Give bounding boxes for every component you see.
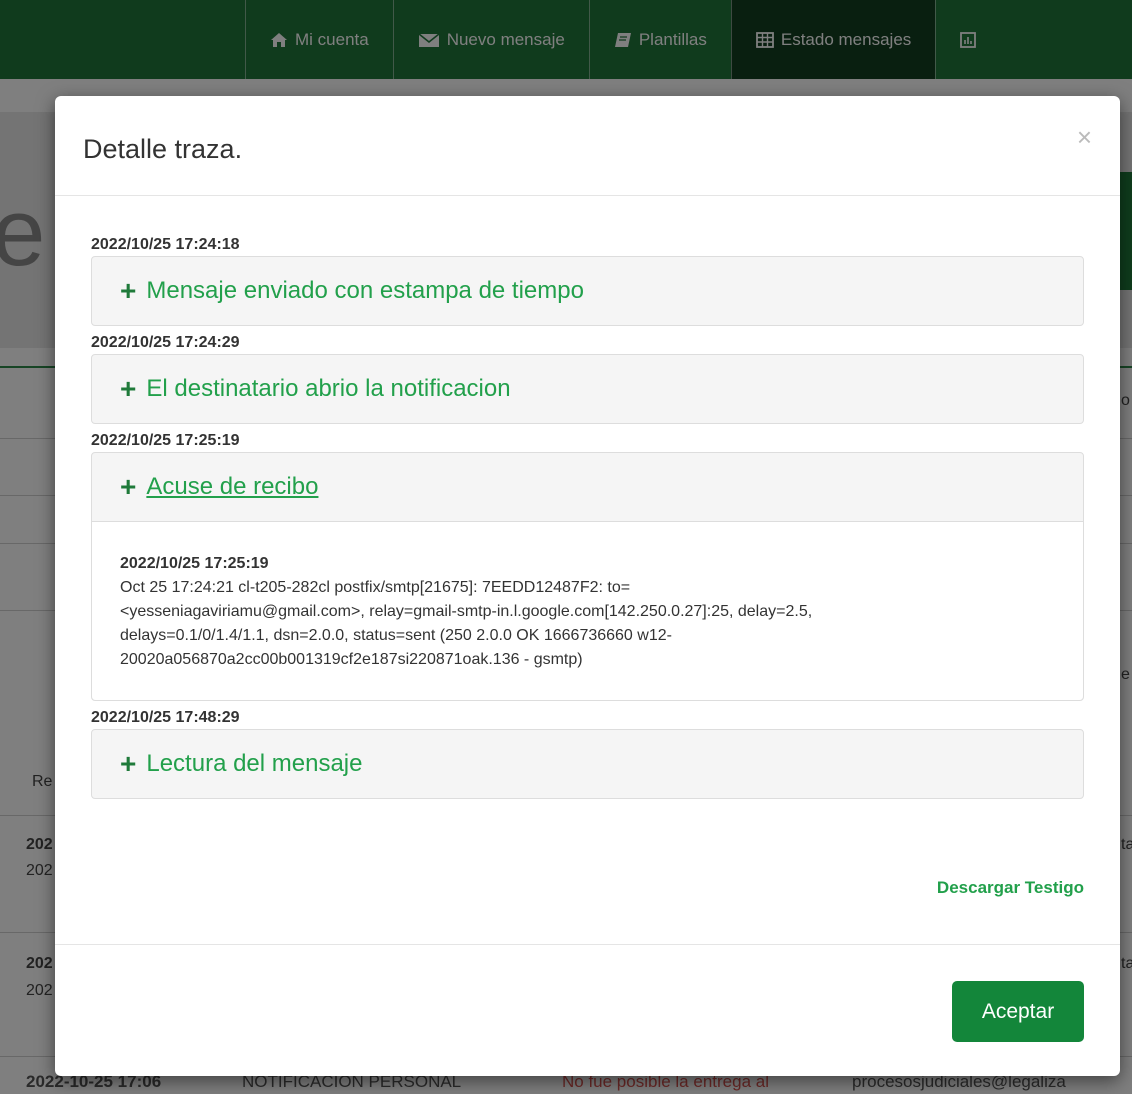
plus-icon: + bbox=[120, 275, 137, 306]
modal-footer: Aceptar bbox=[55, 944, 1120, 1076]
plus-icon: + bbox=[120, 373, 137, 404]
event-detail: 2022/10/25 17:25:19 Oct 25 17:24:21 cl-t… bbox=[92, 521, 1083, 700]
event-panel-toggle[interactable]: + Mensaje enviado con estampa de tiempo bbox=[92, 257, 1083, 325]
trace-detail-modal: Detalle traza. × 2022/10/25 17:24:18 + M… bbox=[55, 96, 1120, 1076]
detail-log-line: <yesseniagaviriamu@gmail.com>, relay=gma… bbox=[120, 603, 813, 620]
detail-log-line: 20020a056870a2cc00b001319cf2e187si220871… bbox=[120, 651, 583, 668]
detail-timestamp: 2022/10/25 17:25:19 bbox=[120, 555, 269, 572]
close-icon[interactable]: × bbox=[1077, 124, 1092, 150]
detail-log-line: Oct 25 17:24:21 cl-t205-282cl postfix/sm… bbox=[120, 579, 631, 596]
event-panel: + El destinatario abrio la notificacion bbox=[91, 354, 1084, 424]
download-witness-link[interactable]: Descargar Testigo bbox=[937, 878, 1084, 898]
event-timestamp: 2022/10/25 17:48:29 bbox=[91, 709, 240, 726]
event-panel-toggle[interactable]: + Acuse de recibo bbox=[92, 453, 1083, 521]
event-panel: + Lectura del mensaje bbox=[91, 729, 1084, 799]
accept-button[interactable]: Aceptar bbox=[952, 981, 1084, 1042]
plus-icon: + bbox=[120, 748, 137, 779]
event-title-link[interactable]: Lectura del mensaje bbox=[146, 750, 362, 778]
event-panel-toggle[interactable]: + El destinatario abrio la notificacion bbox=[92, 355, 1083, 423]
event-panel-expanded: + Acuse de recibo 2022/10/25 17:25:19 Oc… bbox=[91, 452, 1084, 701]
event-panel: + Mensaje enviado con estampa de tiempo bbox=[91, 256, 1084, 326]
event-timestamp: 2022/10/25 17:25:19 bbox=[91, 432, 240, 449]
event-timestamp: 2022/10/25 17:24:29 bbox=[91, 334, 240, 351]
modal-title: Detalle traza. bbox=[83, 134, 243, 164]
modal-header: Detalle traza. × bbox=[55, 96, 1120, 196]
event-title-link[interactable]: El destinatario abrio la notificacion bbox=[146, 375, 510, 403]
plus-icon: + bbox=[120, 471, 137, 502]
event-title-link[interactable]: Acuse de recibo bbox=[146, 473, 318, 501]
event-panel-toggle[interactable]: + Lectura del mensaje bbox=[92, 730, 1083, 798]
event-title-link[interactable]: Mensaje enviado con estampa de tiempo bbox=[146, 277, 584, 305]
event-timestamp: 2022/10/25 17:24:18 bbox=[91, 236, 240, 253]
detail-log-line: delays=0.1/0/1.4/1.1, dsn=2.0.0, status=… bbox=[120, 627, 672, 644]
modal-body: 2022/10/25 17:24:18 + Mensaje enviado co… bbox=[91, 196, 1084, 805]
